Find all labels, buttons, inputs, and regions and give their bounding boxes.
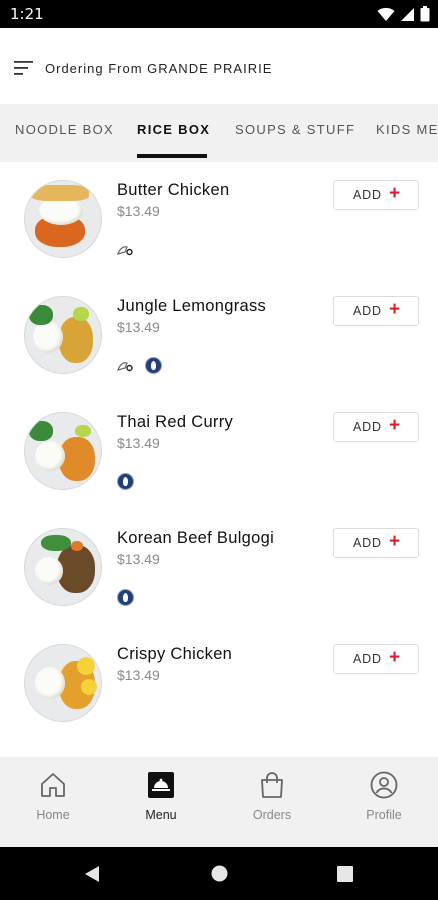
- recents-icon[interactable]: [337, 866, 353, 882]
- add-button[interactable]: ADD +: [333, 528, 419, 558]
- tab-noodle-box[interactable]: NOODLE BOX: [15, 122, 114, 137]
- food-image: [24, 296, 102, 374]
- add-label: ADD: [353, 420, 382, 434]
- tab-soups-stuff[interactable]: SOUPS & STUFF: [235, 122, 355, 137]
- status-time: 1:21: [10, 5, 44, 23]
- plus-icon: +: [389, 647, 401, 668]
- category-tabs: NOODLE BOX RICE BOX SOUPS & STUFF KIDS M…: [0, 104, 438, 162]
- vegetarian-badge-icon: [117, 589, 134, 606]
- signal-icon: [401, 7, 414, 21]
- item-price: $13.49: [117, 551, 160, 567]
- active-tab-indicator: [137, 154, 207, 158]
- plus-icon: +: [389, 183, 401, 204]
- menu-item-korean-beef-bulgogi[interactable]: Korean Beef Bulgogi $13.49 ADD +: [0, 510, 438, 626]
- add-label: ADD: [353, 652, 382, 666]
- nav-menu[interactable]: Menu: [121, 771, 201, 822]
- add-label: ADD: [353, 536, 382, 550]
- item-name: Korean Beef Bulgogi: [117, 529, 275, 547]
- menu-item-butter-chicken[interactable]: Butter Chicken $13.49 ADD +: [0, 162, 438, 278]
- tab-kids-menu[interactable]: KIDS ME: [376, 122, 438, 137]
- item-price: $13.49: [117, 319, 160, 335]
- battery-icon: [420, 6, 430, 22]
- spicy-icon: [117, 362, 133, 372]
- sort-menu-icon[interactable]: [14, 60, 34, 76]
- nav-home[interactable]: Home: [13, 771, 93, 822]
- status-bar: 1:21: [0, 0, 438, 28]
- add-button[interactable]: ADD +: [333, 644, 419, 674]
- item-name: Jungle Lemongrass: [117, 297, 267, 315]
- spicy-icon: [117, 246, 133, 256]
- item-name: Crispy Chicken: [117, 645, 233, 663]
- menu-item-thai-red-curry[interactable]: Thai Red Curry $13.49 ADD +: [0, 394, 438, 510]
- food-image: [24, 180, 102, 258]
- vegetarian-badge-icon: [145, 357, 162, 374]
- menu-item-crispy-chicken[interactable]: Crispy Chicken $13.49 ADD +: [0, 626, 438, 742]
- vegetarian-badge-icon: [117, 473, 134, 490]
- food-image: [24, 528, 102, 606]
- plus-icon: +: [389, 299, 401, 320]
- menu-icon: [148, 772, 174, 798]
- add-button[interactable]: ADD +: [333, 296, 419, 326]
- tab-rice-box[interactable]: RICE BOX: [137, 122, 210, 137]
- nav-label: Menu: [145, 808, 177, 822]
- system-nav-bar: [0, 847, 438, 900]
- bottom-nav: Home Menu Orders Profile: [0, 757, 438, 847]
- nav-label: Profile: [366, 808, 402, 822]
- back-icon[interactable]: [84, 865, 100, 883]
- shopping-bag-icon: [261, 772, 283, 798]
- nav-profile[interactable]: Profile: [344, 771, 424, 822]
- app-header: Ordering From GRANDE PRAIRIE: [0, 28, 438, 104]
- plus-icon: +: [389, 415, 401, 436]
- plus-icon: +: [389, 531, 401, 552]
- item-name: Thai Red Curry: [117, 413, 234, 431]
- location-title[interactable]: Ordering From GRANDE PRAIRIE: [45, 61, 272, 76]
- add-label: ADD: [353, 304, 382, 318]
- menu-item-jungle-lemongrass[interactable]: Jungle Lemongrass $13.49 ADD +: [0, 278, 438, 394]
- add-button[interactable]: ADD +: [333, 180, 419, 210]
- home-button-icon[interactable]: [211, 865, 228, 882]
- nav-orders[interactable]: Orders: [232, 771, 312, 822]
- nav-label: Home: [36, 808, 70, 822]
- wifi-icon: [377, 7, 395, 21]
- food-image: [24, 412, 102, 490]
- item-price: $13.49: [117, 667, 160, 683]
- profile-icon: [370, 771, 398, 799]
- item-name: Butter Chicken: [117, 181, 230, 199]
- item-price: $13.49: [117, 203, 160, 219]
- food-image: [24, 644, 102, 722]
- add-label: ADD: [353, 188, 382, 202]
- nav-label: Orders: [252, 808, 292, 822]
- add-button[interactable]: ADD +: [333, 412, 419, 442]
- home-icon: [41, 773, 65, 797]
- item-price: $13.49: [117, 435, 160, 451]
